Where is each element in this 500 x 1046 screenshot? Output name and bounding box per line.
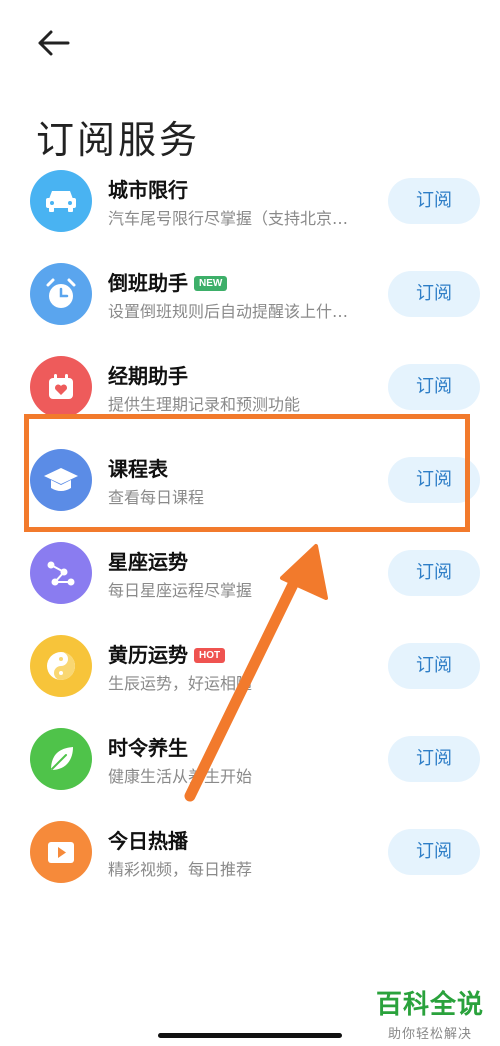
alarm-clock-icon [30, 263, 92, 325]
back-button[interactable] [36, 28, 72, 58]
watermark: 百科全说 助你轻松解决 [376, 984, 484, 1042]
subscribe-button[interactable]: 订阅 [388, 643, 480, 689]
video-play-icon [30, 821, 92, 883]
list-item-city[interactable]: 城市限行 汽车尾号限行尽掌握（支持北京… 订阅 [0, 154, 500, 247]
service-name-text: 倒班助手 [108, 271, 188, 295]
yin-yang-icon [30, 635, 92, 697]
back-arrow-icon [38, 30, 70, 56]
car-icon [30, 170, 92, 232]
service-desc: 提供生理期记录和预测功能 [108, 395, 301, 414]
new-badge: NEW [194, 276, 228, 291]
home-indicator[interactable] [158, 1033, 342, 1038]
service-name: 时令养生 [108, 736, 188, 760]
list-item-shift[interactable]: 倒班助手 NEW 设置倒班规则后自动提醒该上什… 订阅 [0, 247, 500, 340]
service-desc: 汽车尾号限行尽掌握（支持北京… [108, 209, 349, 228]
service-name: 星座运势 [108, 550, 188, 574]
highlight-box [24, 414, 470, 532]
calendar-heart-icon [30, 356, 92, 418]
subscribe-button[interactable]: 订阅 [388, 550, 480, 596]
service-desc: 精彩视频，每日推荐 [108, 860, 253, 879]
list-item-video[interactable]: 今日热播 精彩视频，每日推荐 订阅 [0, 805, 500, 898]
subscribe-button[interactable]: 订阅 [388, 736, 480, 782]
leaf-icon [30, 728, 92, 790]
constellation-icon [30, 542, 92, 604]
service-desc: 健康生活从养生开始 [108, 767, 253, 786]
subscribe-button[interactable]: 订阅 [388, 364, 480, 410]
hot-badge: HOT [194, 648, 226, 663]
service-name-text: 黄历运势 [108, 643, 188, 667]
list-item-horoscope[interactable]: 星座运势 每日星座运程尽掌握 订阅 [0, 526, 500, 619]
service-name: 黄历运势 HOT [108, 639, 226, 668]
subscribe-button[interactable]: 订阅 [388, 271, 480, 317]
service-desc: 每日星座运程尽掌握 [108, 581, 253, 600]
subscribe-button[interactable]: 订阅 [388, 829, 480, 875]
watermark-title: 百科全说 [375, 990, 484, 1020]
subscribe-button[interactable]: 订阅 [388, 178, 480, 224]
service-desc: 生辰运势，好运相随 [108, 674, 253, 693]
service-name: 城市限行 [108, 178, 188, 202]
list-item-health[interactable]: 时令养生 健康生活从养生开始 订阅 [0, 712, 500, 805]
service-desc: 设置倒班规则后自动提醒该上什… [108, 302, 349, 321]
service-name: 倒班助手 NEW [108, 267, 228, 296]
list-item-almanac[interactable]: 黄历运势 HOT 生辰运势，好运相随 订阅 [0, 619, 500, 712]
watermark-subtitle: 助你轻松解决 [387, 1027, 472, 1042]
service-name: 今日热播 [108, 829, 188, 853]
service-name: 经期助手 [108, 364, 188, 388]
